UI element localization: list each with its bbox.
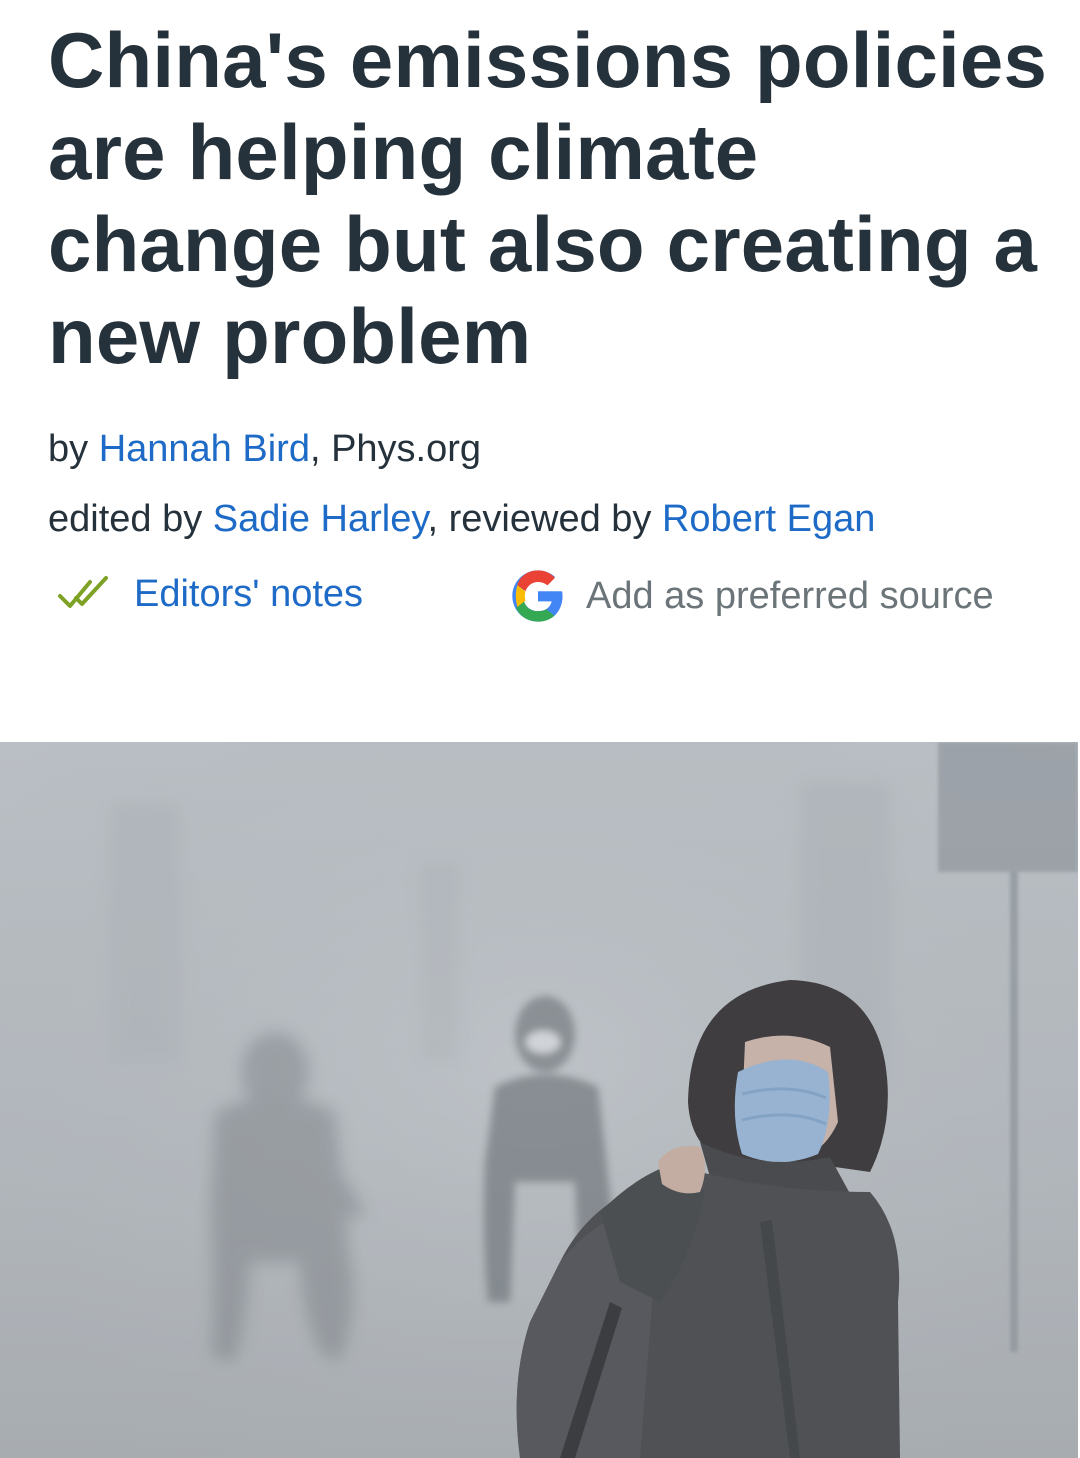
- byline-prefix: by: [48, 428, 99, 470]
- reviewed-by-prefix: , reviewed by: [427, 498, 662, 540]
- reviewer-link[interactable]: Robert Egan: [662, 498, 875, 540]
- article: China's emissions policies are helping c…: [0, 0, 1080, 1458]
- article-meta-row: Editors' notes Add as preferred source: [48, 566, 1038, 626]
- add-preferred-source-button[interactable]: Add as preferred source: [510, 566, 994, 626]
- publisher-name: Phys.org: [331, 428, 482, 470]
- editors-notes-button[interactable]: Editors' notes: [56, 566, 363, 622]
- byline-separator: ,: [309, 428, 332, 470]
- smog-scene-illustration: [0, 742, 1078, 1458]
- add-preferred-source-label: Add as preferred source: [586, 574, 994, 617]
- google-g-icon: [512, 570, 563, 622]
- article-headline: China's emissions policies are helping c…: [48, 16, 1048, 380]
- byline: by Hannah Bird, Phys.org: [48, 428, 481, 471]
- article-hero-image: [0, 742, 1078, 1458]
- editor-link[interactable]: Sadie Harley: [213, 498, 428, 540]
- credits-line: edited by Sadie Harley, reviewed by Robe…: [48, 498, 875, 541]
- editors-notes-label: Editors' notes: [134, 572, 364, 615]
- double-check-icon: [58, 576, 108, 608]
- edited-by-prefix: edited by: [48, 498, 213, 540]
- author-link[interactable]: Hannah Bird: [99, 428, 310, 470]
